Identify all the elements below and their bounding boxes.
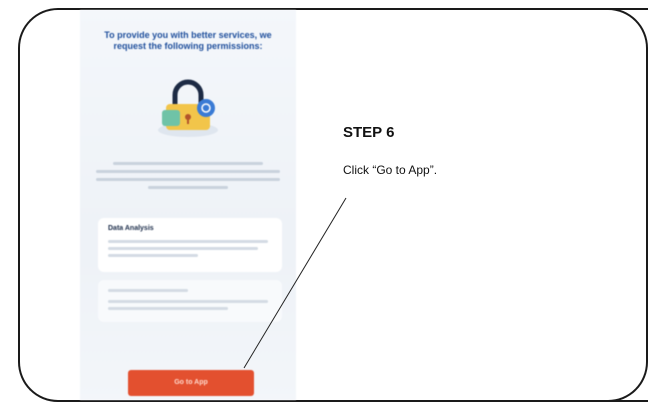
data-analysis-card: Data Analysis xyxy=(98,218,282,272)
step-title: STEP 6 xyxy=(343,124,395,141)
description-placeholder xyxy=(96,162,280,196)
padlock-icon xyxy=(158,79,218,137)
instruction-page: To provide you with better services, we … xyxy=(0,0,648,409)
phone-screenshot: To provide you with better services, we … xyxy=(80,10,296,400)
permissions-header: To provide you with better services, we … xyxy=(104,30,272,51)
step-instruction: Click “Go to App”. xyxy=(343,163,438,177)
go-to-app-button[interactable]: Go to App xyxy=(128,370,254,396)
second-permission-card xyxy=(98,280,282,322)
card-title: Data Analysis xyxy=(108,225,154,232)
rounded-frame-right xyxy=(608,8,648,402)
